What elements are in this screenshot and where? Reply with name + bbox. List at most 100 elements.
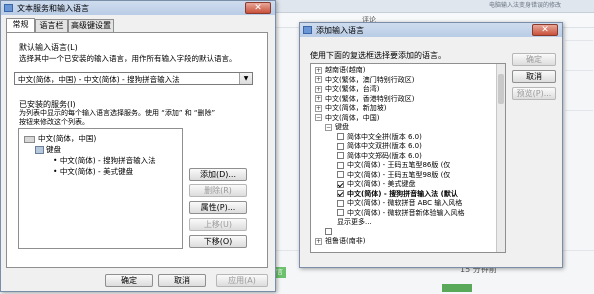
tree-item[interactable]: + 越南语(越南) <box>315 66 365 74</box>
expand-icon[interactable]: + <box>315 237 322 245</box>
tree-item-label: 中文(简体，中国) <box>325 113 380 122</box>
tree-item[interactable]: + 中文(繁体，澳门特别行政区) <box>315 76 414 84</box>
tree-item-label: 显示更多... <box>337 218 372 226</box>
language-tree[interactable]: + 越南语(越南) + 中文(繁体，澳门特别行政区) + 中文(繁体，台湾) + 中文(繁体，… <box>310 63 506 253</box>
preview-button[interactable]: 预览(P)... <box>512 87 556 100</box>
apply-button[interactable]: 应用(A) <box>216 274 268 287</box>
green-bar <box>442 284 472 292</box>
move-down-button[interactable]: 下移(O) <box>189 235 247 248</box>
checkbox[interactable] <box>337 142 344 150</box>
tree-item-label: 祖鲁语(南非) <box>325 237 366 245</box>
remove-button[interactable]: 删除(R) <box>189 184 247 197</box>
tree-item-label: 越南语(越南) <box>325 66 366 74</box>
collapse-icon[interactable]: − <box>315 114 322 121</box>
close-button[interactable]: ✕ <box>532 24 558 36</box>
installed-services-description-2: 按钮来修改这个列表。 <box>19 118 89 126</box>
tree-item[interactable]: − 键盘 <box>325 123 349 131</box>
keyboard-icon <box>4 4 13 12</box>
language-icon <box>24 135 35 143</box>
tree-item[interactable]: 显示更多... <box>337 218 372 226</box>
tree-item[interactable]: 简体中文全拼(版本 6.0) <box>337 133 422 141</box>
tree-item-label: 中文(简体) - 王码五笔型86版 (仅 <box>347 161 451 169</box>
tree-item[interactable]: 中文(简体) - 微软拼音新体验输入风格 <box>337 209 464 217</box>
tree-item-label: 键盘 <box>335 123 349 131</box>
move-up-button[interactable]: 上移(U) <box>189 218 247 231</box>
tree-item[interactable]: 中文(简体) - 美式键盘 <box>337 180 415 188</box>
properties-button[interactable]: 属性(P)... <box>189 201 247 214</box>
default-language-label: 默认输入语言(L) <box>19 43 78 52</box>
tree-item-label: 中文(繁体，澳门特别行政区) <box>325 75 415 84</box>
checkbox[interactable] <box>337 133 344 140</box>
vertical-scrollbar[interactable] <box>496 64 505 252</box>
tree-item-label: 中文(繁体，台湾) <box>325 85 380 93</box>
add-input-language-dialog: 添加输入语言 ✕ 使用下面的复选框选择要添加的语言。 + 越南语(越南) + 中文(繁… <box>299 22 563 268</box>
browser-tab[interactable] <box>275 1 343 11</box>
keyboard-group-node[interactable]: 键盘 <box>35 144 61 155</box>
default-language-select[interactable]: 中文(简体，中国) - 中文(简体) - 搜狗拼音输入法 ▼ <box>14 72 253 85</box>
dialog-description: 使用下面的复选框选择要添加的语言。 <box>310 51 446 60</box>
tree-item[interactable]: 中文(简体) - 王码五笔型86版 (仅 <box>337 161 450 169</box>
browser-tab-bar: 电脑输入法变身错误的修改 <box>255 0 594 13</box>
tree-item-label: 简体中文全拼(版本 6.0) <box>347 132 422 141</box>
checkbox[interactable] <box>337 161 344 169</box>
checkbox[interactable] <box>337 171 344 178</box>
tree-item[interactable]: + 中文(简体，新加坡) <box>315 104 386 112</box>
tree-item-label: 简体中文郑码(版本 6.0) <box>347 151 422 160</box>
ok-button[interactable]: 确定 <box>105 274 153 287</box>
language-node[interactable]: 中文(简体，中国) <box>24 133 96 144</box>
checkbox[interactable] <box>337 152 344 159</box>
checkbox[interactable] <box>325 228 332 235</box>
dialog-title: 添加输入语言 <box>316 26 364 35</box>
tree-item-label: 中文(简体) - 微软拼音新体验输入风格 <box>347 208 465 217</box>
tree-item[interactable]: − 中文(简体，中国) <box>315 114 379 122</box>
checkbox[interactable] <box>337 209 344 216</box>
list-item[interactable]: • 中文(简体) - 美式键盘 <box>53 166 133 177</box>
tree-item[interactable]: 中文(简体) - 王码五笔型98版 (仅 <box>337 171 450 179</box>
expand-icon[interactable]: + <box>315 85 322 93</box>
tab-general[interactable]: 常规 <box>6 18 35 32</box>
dropdown-arrow-icon[interactable]: ▼ <box>239 73 252 84</box>
tree-item-label: 中文(简体，新加坡) <box>325 104 387 112</box>
tab-language-bar[interactable]: 语言栏 <box>35 19 68 32</box>
browser-tab[interactable] <box>340 1 403 11</box>
tree-item[interactable]: 简体中文郑码(版本 6.0) <box>337 152 422 160</box>
cancel-button[interactable]: 取消 <box>512 70 556 83</box>
tree-item[interactable]: 中文(简体) - 微软拼音 ABC 输入风格 <box>337 199 462 207</box>
titlebar[interactable]: 文本服务和输入语言 ✕ <box>1 1 275 15</box>
list-item[interactable]: • 中文(简体) - 搜狗拼音输入法 <box>53 155 156 166</box>
ok-button[interactable]: 确定 <box>512 53 556 66</box>
checkbox[interactable] <box>337 199 344 207</box>
dialog-title: 文本服务和输入语言 <box>17 4 89 13</box>
expand-icon[interactable]: + <box>315 95 322 102</box>
keyboard-icon <box>35 146 44 154</box>
keyboard-icon <box>303 26 312 34</box>
tree-item[interactable]: + 中文(繁体，香港特别行政区) <box>315 95 414 103</box>
tree-item-label: 中文(简体) - 美式键盘 <box>347 180 416 188</box>
expand-icon[interactable]: + <box>315 76 322 83</box>
expand-icon[interactable]: + <box>315 66 322 74</box>
tree-item-label: 中文(简体) - 王码五笔型98版 (仅 <box>347 170 451 179</box>
tab-advanced-key-settings[interactable]: 高级键设置 <box>68 19 114 32</box>
tree-item[interactable]: 简体中文双拼(版本 6.0) <box>337 142 422 150</box>
tree-item-label: 中文(简体) - 微软拼音 ABC 输入风格 <box>347 199 463 207</box>
scroll-thumb[interactable] <box>498 74 504 104</box>
tree-item-label: 简体中文双拼(版本 6.0) <box>347 142 422 150</box>
cancel-button[interactable]: 取消 <box>158 274 206 287</box>
titlebar[interactable]: 添加输入语言 ✕ <box>300 23 562 37</box>
text-services-dialog: 文本服务和输入语言 ✕ 常规 语言栏 高级键设置 默认输入语言(L) 选择其中一… <box>0 0 276 292</box>
expand-icon[interactable]: + <box>315 104 322 112</box>
tree-item[interactable]: + 祖鲁语(南非) <box>315 237 365 245</box>
collapse-icon[interactable]: − <box>325 123 332 131</box>
checkbox[interactable] <box>337 190 344 197</box>
installed-services-list[interactable]: 中文(简体，中国) 键盘 • 中文(简体) - 搜狗拼音输入法 • 中文(简体)… <box>18 128 183 249</box>
tree-item[interactable]: + 中文(繁体，台湾) <box>315 85 379 93</box>
close-button[interactable]: ✕ <box>245 2 271 14</box>
tree-item-label: 中文(简体) - 搜狗拼音输入法 (默认 <box>347 189 458 198</box>
tree-item[interactable]: 中文(简体) - 搜狗拼音输入法 (默认 <box>337 190 458 198</box>
default-language-description: 选择其中一个已安装的输入语言，用作所有输入字段的默认语言。 <box>19 54 237 63</box>
browser-tab[interactable]: 电脑输入法变身错误的修改 <box>485 1 593 11</box>
checkbox[interactable] <box>337 180 344 188</box>
browser-tab[interactable] <box>400 1 468 11</box>
tree-item[interactable] <box>325 228 335 236</box>
add-button[interactable]: 添加(D)... <box>189 168 247 181</box>
